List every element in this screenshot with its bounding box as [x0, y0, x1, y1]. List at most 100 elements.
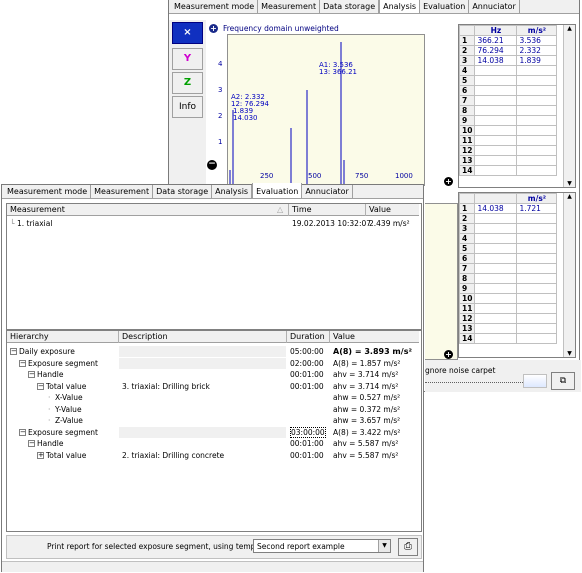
collapse-icon[interactable]: −: [19, 359, 26, 367]
grid-row[interactable]: 14: [458, 165, 558, 176]
hierarchy-row[interactable]: − Exposure segment 02:00:00 A(8) = 1.857 m/…: [7, 357, 419, 369]
frequency-cell[interactable]: [474, 273, 518, 284]
hierarchy-row[interactable]: · Y-Value ahw = 0.372 m/s²: [7, 404, 419, 415]
tab-measurement[interactable]: Measurement: [91, 185, 154, 198]
frequency-cell[interactable]: [474, 213, 518, 224]
column-header-value[interactable]: Value: [333, 332, 355, 341]
collapse-icon[interactable]: −: [28, 440, 35, 447]
amplitude-cell[interactable]: [516, 313, 558, 324]
frequency-cell[interactable]: [474, 135, 518, 146]
frequency-cell[interactable]: [474, 105, 518, 116]
column-header-value[interactable]: Value: [369, 205, 391, 214]
collapse-icon[interactable]: −: [37, 382, 44, 390]
amplitude-cell[interactable]: [516, 155, 558, 166]
column-header-duration[interactable]: Duration: [290, 332, 325, 341]
amplitude-cell[interactable]: [516, 243, 558, 254]
column-header-hierarchy[interactable]: Hierarchy: [10, 332, 49, 341]
frequency-cell[interactable]: 14.038: [474, 203, 518, 214]
amplitude-cell[interactable]: [516, 135, 558, 146]
tab-analysis[interactable]: Analysis: [212, 185, 253, 198]
axis-x-button[interactable]: ×: [172, 22, 203, 44]
lower-plot-expand-icon[interactable]: +: [444, 350, 453, 359]
hierarchy-row[interactable]: − Handle 00:01:00 ahv = 5.587 m/s²: [7, 438, 419, 449]
amplitude-cell[interactable]: 3.536: [516, 35, 558, 46]
scroll-up-icon[interactable]: ▲: [564, 25, 575, 32]
amplitude-cell[interactable]: [516, 273, 558, 284]
grid-row[interactable]: 7: [458, 95, 558, 106]
grid-row[interactable]: 12: [458, 145, 558, 156]
column-header-ms2[interactable]: m/s²: [516, 193, 558, 204]
grid-row[interactable]: 5: [458, 243, 558, 254]
tab-annuciator[interactable]: Annuciator: [469, 0, 520, 13]
frequency-cell[interactable]: [474, 155, 518, 166]
amplitude-cell[interactable]: 2.332: [516, 45, 558, 56]
grid-row[interactable]: 7: [458, 263, 558, 274]
amplitude-cell[interactable]: [516, 263, 558, 274]
frequency-cell[interactable]: [474, 85, 518, 96]
hierarchy-row[interactable]: − Handle 00:01:00 ahv = 3.714 m/s²: [7, 369, 419, 380]
amplitude-cell[interactable]: [516, 303, 558, 314]
frequency-cell[interactable]: [474, 313, 518, 324]
column-header-measurement[interactable]: Measurement: [10, 205, 65, 214]
grid-row[interactable]: 14: [458, 333, 558, 344]
amplitude-cell[interactable]: 1.839: [516, 55, 558, 66]
amplitude-cell[interactable]: [516, 75, 558, 86]
copy-button[interactable]: ⧉: [551, 372, 575, 390]
frequency-cell[interactable]: [474, 333, 518, 344]
amplitude-cell[interactable]: [516, 105, 558, 116]
hierarchy-row[interactable]: · Z-Value ahw = 3.657 m/s²: [7, 415, 419, 426]
frequency-cell[interactable]: [474, 223, 518, 234]
amplitude-cell[interactable]: [516, 165, 558, 176]
column-header-description[interactable]: Description: [122, 332, 168, 341]
grid-row[interactable]: 3 14.038 1.839: [458, 55, 558, 66]
scroll-down-icon[interactable]: ▼: [564, 350, 575, 357]
column-header-ms2[interactable]: m/s²: [516, 25, 558, 36]
amplitude-cell[interactable]: [516, 213, 558, 224]
grid-row[interactable]: 11: [458, 135, 558, 146]
tab-measurement[interactable]: Measurement: [258, 0, 321, 13]
amplitude-cell[interactable]: [516, 323, 558, 334]
template-select[interactable]: Second report example ▼: [253, 539, 391, 553]
info-button[interactable]: Info: [172, 96, 203, 118]
axis-y-button[interactable]: Y: [172, 48, 203, 70]
plot-expand-icon[interactable]: +: [444, 177, 453, 186]
grid-row[interactable]: 2: [458, 213, 558, 224]
amplitude-cell[interactable]: [516, 115, 558, 126]
amplitude-cell[interactable]: [516, 253, 558, 264]
tab-data-storage[interactable]: Data storage: [320, 0, 380, 13]
grid-row[interactable]: 10: [458, 125, 558, 136]
hierarchy-row[interactable]: + Total value 2. triaxial: Drilling concre…: [7, 450, 419, 461]
frequency-cell[interactable]: [474, 165, 518, 176]
grid-row[interactable]: 2 76.294 2.332: [458, 45, 558, 56]
print-button[interactable]: ⎙: [398, 538, 418, 556]
plot-zoom-out-icon[interactable]: −: [207, 160, 217, 170]
grid-row[interactable]: 5: [458, 75, 558, 86]
frequency-cell[interactable]: [474, 115, 518, 126]
grid-row[interactable]: 11: [458, 303, 558, 314]
tab-measurement-mode[interactable]: Measurement mode: [171, 0, 259, 13]
chevron-down-icon[interactable]: ▼: [378, 540, 390, 552]
frequency-cell[interactable]: [474, 125, 518, 136]
amplitude-cell[interactable]: [516, 333, 558, 344]
amplitude-cell[interactable]: [516, 85, 558, 96]
tab-evaluation[interactable]: Evaluation: [252, 183, 303, 198]
lower-plot-area[interactable]: [425, 203, 458, 360]
grid-row[interactable]: 4: [458, 233, 558, 244]
amplitude-cell[interactable]: [516, 233, 558, 244]
grid-row[interactable]: 1 14.038 1.721: [458, 203, 558, 214]
grid-row[interactable]: 8: [458, 273, 558, 284]
amplitude-cell[interactable]: [516, 95, 558, 106]
frequency-cell[interactable]: [474, 253, 518, 264]
grid-row[interactable]: 6: [458, 85, 558, 96]
tab-annuciator[interactable]: Annuciator: [302, 185, 353, 198]
hierarchy-row[interactable]: · X-Value ahw = 0.527 m/s²: [7, 392, 419, 403]
collapse-icon[interactable]: −: [19, 428, 26, 436]
grid-row[interactable]: 9: [458, 115, 558, 126]
amplitude-cell[interactable]: [516, 145, 558, 156]
tab-evaluation[interactable]: Evaluation: [420, 0, 470, 13]
frequency-cell[interactable]: [474, 145, 518, 156]
frequency-cell[interactable]: 366.21: [474, 35, 518, 46]
frequency-cell[interactable]: [474, 323, 518, 334]
amplitude-cell[interactable]: [516, 293, 558, 304]
frequency-cell[interactable]: [474, 233, 518, 244]
